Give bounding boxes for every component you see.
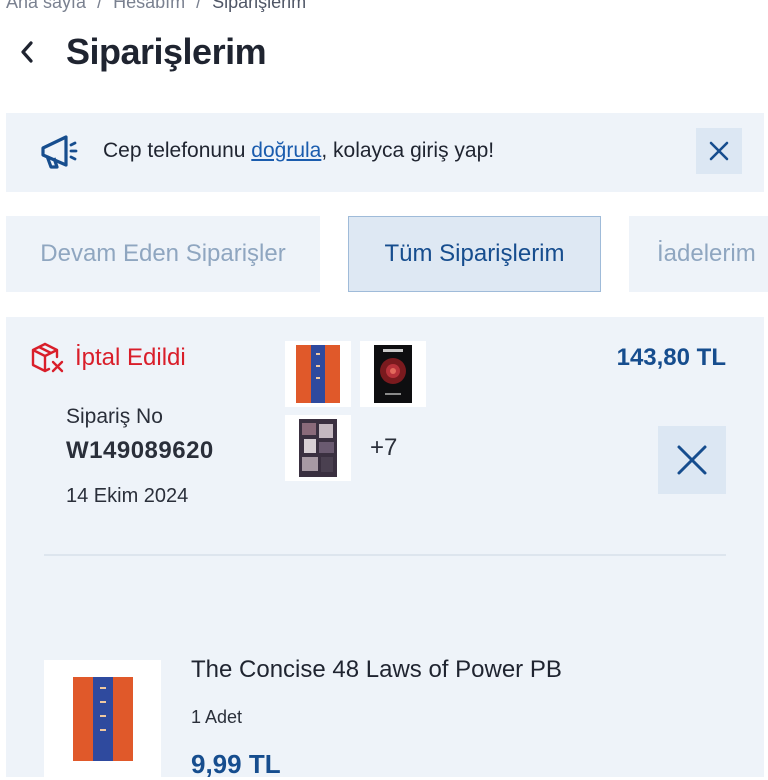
order-number-label: Sipariş No — [66, 405, 163, 428]
order-date: 14 Ekim 2024 — [66, 485, 189, 507]
order-thumbnail — [285, 341, 351, 407]
banner-close-button[interactable] — [696, 128, 742, 174]
order-thumbnail — [360, 341, 426, 407]
book-cover-thumbnail — [299, 419, 337, 477]
book-cover-thumbnail — [296, 345, 340, 403]
close-icon — [709, 141, 729, 161]
page-title: Siparişlerim — [66, 31, 267, 72]
product-price: 9,99 TL — [191, 749, 281, 779]
order-status: İptal Edildi — [31, 341, 186, 375]
product-name[interactable]: The Concise 48 Laws of Power PB — [191, 656, 562, 684]
verify-phone-banner: Cep telefonunu doğrula, kolayca giriş ya… — [6, 113, 764, 192]
breadcrumb-separator: / — [196, 0, 202, 12]
book-cover-image — [72, 677, 133, 761]
banner-message: Cep telefonunu doğrula, kolayca giriş ya… — [103, 139, 494, 163]
chevron-left-icon — [21, 41, 33, 63]
product-image[interactable] — [44, 660, 161, 777]
page-header: Siparişlerim — [16, 28, 267, 76]
verify-link[interactable]: doğrula — [251, 139, 321, 162]
order-status-label: İptal Edildi — [75, 344, 186, 371]
order-tabs: Devam Eden Siparişler Tüm Siparişlerim İ… — [0, 216, 768, 292]
tab-ongoing-orders[interactable]: Devam Eden Siparişler — [6, 216, 320, 292]
back-button[interactable] — [16, 37, 38, 67]
megaphone-icon — [41, 135, 78, 169]
tab-returns[interactable]: İadelerim — [629, 216, 768, 292]
divider — [44, 554, 726, 556]
breadcrumb-home[interactable]: Ana sayfa — [6, 0, 86, 12]
breadcrumb: Ana sayfa / Hesabım / Siparişlerim — [6, 0, 306, 13]
order-thumbnail — [285, 415, 351, 481]
banner-text-before: Cep telefonunu — [103, 139, 252, 162]
close-icon — [677, 445, 707, 475]
order-total: 143,80 TL — [616, 344, 726, 371]
banner-text-after: , kolayca giriş yap! — [321, 139, 495, 162]
book-cover-thumbnail — [374, 345, 412, 403]
more-items-count: +7 — [370, 434, 398, 461]
product-quantity: 1 Adet — [191, 707, 243, 727]
order-close-button[interactable] — [658, 426, 726, 494]
breadcrumb-separator: / — [97, 0, 103, 12]
breadcrumb-account[interactable]: Hesabım — [113, 0, 185, 12]
breadcrumb-current: Siparişlerim — [212, 0, 307, 12]
order-number: W149089620 — [66, 437, 214, 464]
order-card[interactable]: İptal Edildi Sipariş No W149089620 14 Ek… — [6, 317, 764, 779]
tab-all-orders[interactable]: Tüm Siparişlerim — [348, 216, 601, 292]
cancelled-box-icon — [31, 342, 64, 373]
